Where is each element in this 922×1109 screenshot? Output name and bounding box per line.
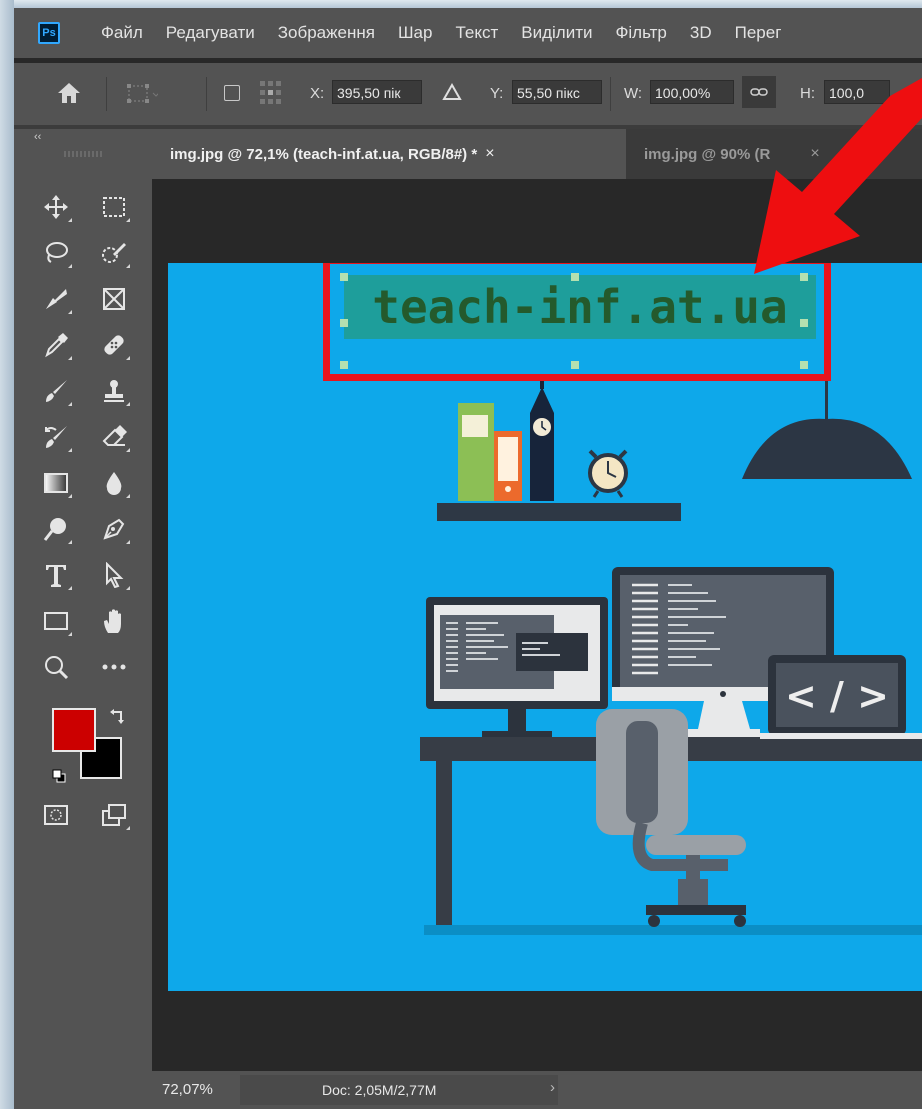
menu-filter[interactable]: Фільтр [615, 23, 666, 43]
dodge-tool-icon[interactable] [38, 511, 74, 547]
close-tab-icon[interactable]: × [485, 145, 494, 163]
y-label: Y: [490, 85, 504, 102]
menu-view[interactable]: Перег [735, 23, 782, 43]
path-selection-tool-icon[interactable] [96, 557, 132, 593]
window-frame-left [0, 0, 14, 1109]
menu-edit[interactable]: Редагувати [166, 23, 255, 43]
w-label: W: [624, 85, 643, 102]
menu-file[interactable]: Файл [101, 23, 143, 43]
pointer-arrow-annotation [754, 78, 922, 293]
menu-type[interactable]: Текст [455, 23, 498, 43]
rectangle-tool-icon[interactable] [38, 603, 74, 639]
clone-stamp-tool-icon[interactable] [96, 373, 132, 409]
tab-img-72[interactable]: img.jpg @ 72,1% (teach-inf.at.ua, RGB/8#… [152, 129, 626, 179]
quick-selection-tool-icon[interactable] [96, 235, 132, 271]
window-frame-top [0, 0, 922, 8]
pen-tool-icon[interactable] [96, 511, 132, 547]
width-field[interactable]: 100,00% [650, 80, 734, 104]
history-brush-tool-icon[interactable] [38, 419, 74, 455]
transform-handle[interactable] [800, 319, 808, 327]
transform-handle[interactable] [340, 273, 348, 281]
zoom-tool-icon[interactable] [38, 649, 74, 685]
transform-handle[interactable] [571, 273, 579, 281]
eyedropper-tool-icon[interactable] [38, 327, 74, 363]
type-tool-icon[interactable] [38, 557, 74, 593]
reference-point-checkbox[interactable] [224, 85, 240, 101]
move-tool-icon[interactable] [38, 189, 74, 225]
collapse-toolbar-button[interactable]: ‹‹ [34, 131, 41, 143]
x-label: X: [310, 85, 325, 102]
brush-tool-icon[interactable] [38, 373, 74, 409]
default-colors-icon[interactable] [52, 769, 66, 788]
transform-handle[interactable] [340, 319, 348, 327]
y-position-field[interactable]: 55,50 пікс [512, 80, 602, 104]
tab-label: img.jpg @ 72,1% (teach-inf.at.ua, RGB/8#… [170, 145, 478, 163]
menu-3d[interactable]: 3D [690, 23, 712, 43]
tools-panel: ‹‹ [14, 129, 152, 1109]
menu-select[interactable]: Виділити [521, 23, 592, 43]
screen-mode-icon[interactable] [96, 797, 132, 833]
zoom-level[interactable]: 72,07% [162, 1081, 213, 1098]
menu-image[interactable]: Зображення [278, 23, 375, 43]
status-menu-chevron-icon[interactable]: › [550, 1079, 555, 1096]
doc-info-field[interactable]: Doc: 2,05M/2,77M [240, 1075, 558, 1105]
blur-tool-icon[interactable] [96, 465, 132, 501]
healing-brush-tool-icon[interactable] [96, 327, 132, 363]
transform-icon[interactable] [126, 83, 160, 110]
menu-bar: Ps Файл Редагувати Зображення Шар Текст … [14, 8, 922, 58]
x-position-field[interactable]: 395,50 пік [332, 80, 422, 104]
crop-tool-icon[interactable] [38, 281, 74, 317]
photoshop-logo-icon[interactable]: Ps [38, 22, 60, 44]
marquee-tool-icon[interactable] [96, 189, 132, 225]
eraser-tool-icon[interactable] [96, 419, 132, 455]
photoshop-window: Ps Файл Редагувати Зображення Шар Текст … [14, 8, 922, 1109]
doc-size-text: Doc: 2,05M/2,77M [322, 1082, 437, 1098]
hand-tool-icon[interactable] [96, 603, 132, 639]
reference-point-grid-icon[interactable] [258, 79, 284, 112]
menu-layer[interactable]: Шар [398, 23, 433, 43]
home-icon[interactable] [56, 81, 82, 110]
lasso-tool-icon[interactable] [38, 235, 74, 271]
canvas-area[interactable]: < / > teach-inf.at.ua [152, 179, 922, 1071]
code-sign-text: < / > [785, 674, 889, 718]
swap-colors-icon[interactable] [110, 708, 126, 729]
document-image[interactable]: < / > teach-inf.at.ua [168, 263, 922, 991]
quick-mask-icon[interactable] [38, 797, 74, 833]
toolbar-grip[interactable] [64, 151, 104, 157]
transform-handle[interactable] [571, 361, 579, 369]
transform-handle[interactable] [800, 361, 808, 369]
more-tools-icon[interactable] [96, 649, 132, 685]
foreground-color-swatch[interactable] [52, 708, 96, 752]
tab-label: img.jpg @ 90% (R [644, 145, 771, 163]
frame-tool-icon[interactable] [96, 281, 132, 317]
gradient-tool-icon[interactable] [38, 465, 74, 501]
delta-icon[interactable] [442, 82, 462, 106]
status-bar: 72,07% Doc: 2,05M/2,77M › [152, 1071, 922, 1109]
transform-handle[interactable] [340, 361, 348, 369]
